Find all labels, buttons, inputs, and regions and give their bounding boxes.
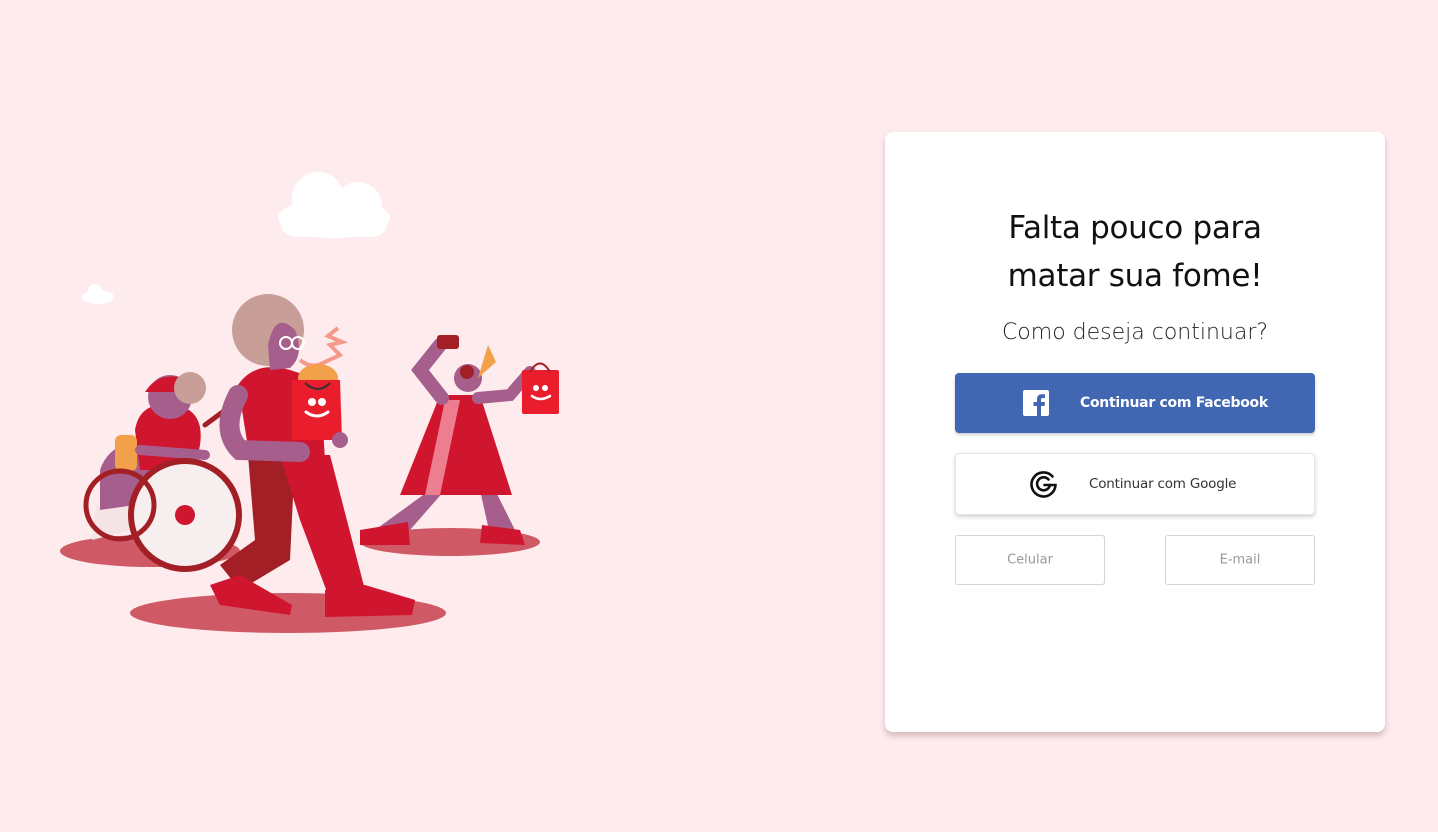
- login-card: Falta pouco para matar sua fome! Como de…: [885, 132, 1385, 732]
- google-button-label: Continuar com Google: [1089, 476, 1237, 492]
- page-title: Falta pouco para matar sua fome!: [885, 204, 1385, 300]
- facebook-button-label: Continuar com Facebook: [1080, 395, 1268, 411]
- facebook-icon: [1023, 390, 1049, 416]
- right-person: [360, 335, 559, 545]
- continue-with-facebook-button[interactable]: Continuar com Facebook: [955, 373, 1315, 433]
- cloud-small: [82, 284, 114, 304]
- cloud-large: [278, 172, 390, 238]
- continue-with-google-button[interactable]: Continuar com Google: [955, 453, 1315, 515]
- people-shopping-illustration: [60, 172, 559, 633]
- continue-with-email-button[interactable]: E-mail: [1165, 535, 1315, 585]
- center-person: [210, 294, 415, 617]
- continue-with-phone-button[interactable]: Celular: [955, 535, 1105, 585]
- wheelchair-person: [83, 372, 242, 572]
- subtitle: Como deseja continuar?: [1001, 320, 1269, 345]
- email-button-label: E-mail: [1219, 552, 1261, 568]
- title-line-1: Falta pouco para: [1008, 210, 1262, 246]
- phone-button-label: Celular: [1007, 552, 1053, 568]
- google-icon: [1030, 471, 1057, 498]
- title-line-2: matar sua fome!: [1007, 258, 1263, 294]
